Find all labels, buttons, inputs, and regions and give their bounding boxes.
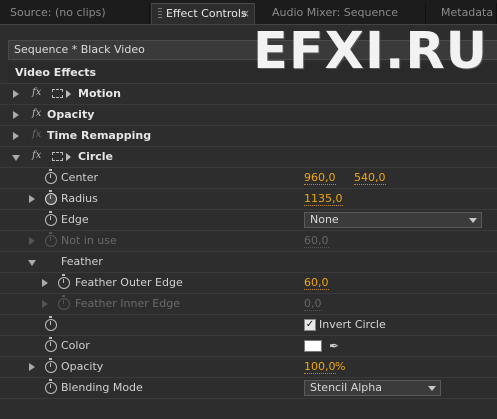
panel-tab-bar: Source: (no clips) Effect Controls × Aud… — [0, 0, 497, 24]
property-row-feather-inner: Feather Inner Edge 0,0 — [0, 293, 497, 314]
drag-grip-icon[interactable] — [158, 7, 162, 18]
property-row-invert: ✓ Invert Circle — [0, 314, 497, 335]
property-label-feather-outer: Feather Outer Edge — [75, 276, 183, 289]
blending-mode-dropdown-value: Stencil Alpha — [310, 381, 382, 394]
transform-box-icon[interactable] — [52, 89, 63, 98]
property-label-center: Center — [61, 171, 99, 184]
property-label-radius: Radius — [61, 192, 98, 205]
property-group-feather[interactable]: Feather — [0, 251, 497, 272]
tab-effect-controls-label: Effect Controls — [166, 7, 247, 20]
collapse-triangle-icon[interactable] — [12, 155, 20, 161]
stopwatch-icon[interactable] — [45, 316, 57, 331]
stopwatch-active-icon[interactable] — [45, 190, 57, 205]
tab-effect-controls[interactable]: Effect Controls × — [151, 3, 255, 24]
feather-inner-value: 0,0 — [304, 297, 322, 311]
opacity-unit: % — [335, 360, 346, 373]
effect-name-time-remapping: Time Remapping — [47, 129, 152, 142]
property-label-edge: Edge — [61, 213, 89, 226]
expand-triangle-icon[interactable] — [13, 132, 19, 140]
stopwatch-icon[interactable] — [45, 337, 57, 352]
opacity-value[interactable]: 100,0 — [304, 360, 336, 374]
fx-toggle-icon[interactable]: fx — [32, 108, 41, 119]
property-label-feather: Feather — [61, 255, 103, 268]
radius-value[interactable]: 1135,0 — [304, 192, 343, 206]
property-label-opacity: Opacity — [61, 360, 104, 373]
effect-row-time-remapping[interactable]: fx Time Remapping — [0, 125, 497, 146]
stopwatch-icon[interactable] — [58, 274, 70, 289]
transform-box-icon[interactable] — [52, 152, 63, 161]
expand-triangle-icon[interactable] — [29, 195, 35, 203]
stopwatch-disabled-icon — [45, 232, 57, 247]
invert-circle-label[interactable]: Invert Circle — [319, 318, 386, 331]
empty-row — [0, 398, 497, 419]
effect-name-motion: Motion — [78, 87, 121, 100]
effect-row-motion[interactable]: fx Motion — [0, 83, 497, 104]
expand-triangle-icon[interactable] — [13, 111, 19, 119]
fx-toggle-icon[interactable]: fx — [32, 87, 41, 98]
property-row-feather-outer: Feather Outer Edge 60,0 — [0, 272, 497, 293]
effect-controls-panel: Sequence * Black Video Video Effects fx … — [0, 24, 497, 419]
property-row-opacity: Opacity 100,0 % — [0, 356, 497, 377]
expand-triangle-disabled-icon — [42, 300, 48, 308]
property-label-color: Color — [61, 339, 90, 352]
property-label-not-in-use: Not in use — [61, 234, 117, 247]
collapse-triangle-icon[interactable] — [28, 260, 36, 266]
feather-outer-value[interactable]: 60,0 — [304, 276, 329, 290]
invert-circle-checkbox[interactable]: ✓ — [304, 319, 316, 331]
tab-source-label: Source: (no clips) — [10, 6, 106, 19]
effect-row-opacity[interactable]: fx Opacity — [0, 104, 497, 125]
sequence-clip-label: Sequence * Black Video — [8, 40, 497, 60]
expand-triangle-icon[interactable] — [42, 279, 48, 287]
effect-name-opacity: Opacity — [47, 108, 95, 121]
tab-audio-mixer[interactable]: Audio Mixer: Sequence — [256, 3, 426, 24]
edge-dropdown[interactable]: None — [304, 212, 482, 228]
close-tab-icon[interactable]: × — [241, 4, 250, 24]
fx-toggle-icon[interactable]: fx — [32, 150, 41, 161]
property-label-feather-inner: Feather Inner Edge — [75, 297, 180, 310]
tab-metadata[interactable]: Metadata — [427, 3, 497, 24]
stopwatch-icon[interactable] — [45, 379, 57, 394]
chevron-down-icon[interactable] — [467, 214, 479, 226]
expand-triangle-icon[interactable] — [13, 90, 19, 98]
edge-dropdown-value: None — [310, 213, 339, 226]
tab-metadata-label: Metadata — [441, 6, 494, 19]
stopwatch-icon[interactable] — [45, 169, 57, 184]
property-row-center: Center 960,0 540,0 — [0, 167, 497, 188]
tab-audio-mixer-label: Audio Mixer: Sequence — [272, 6, 399, 19]
transform-arrow-icon — [66, 90, 71, 98]
effect-row-circle[interactable]: fx Circle — [0, 146, 497, 167]
property-row-radius: Radius 1135,0 — [0, 188, 497, 209]
stopwatch-icon[interactable] — [45, 358, 57, 373]
transform-arrow-icon — [66, 153, 71, 161]
property-label-blending-mode: Blending Mode — [61, 381, 143, 394]
video-effects-header: Video Effects — [8, 63, 497, 83]
fx-disabled-icon: fx — [32, 129, 42, 140]
not-in-use-value: 60,0 — [304, 234, 329, 248]
property-row-color: Color ✒ — [0, 335, 497, 356]
property-row-blending-mode: Blending Mode Stencil Alpha — [0, 377, 497, 398]
stopwatch-disabled-icon — [58, 295, 70, 310]
property-row-not-in-use: Not in use 60,0 — [0, 230, 497, 251]
tab-source[interactable]: Source: (no clips) — [0, 3, 150, 24]
effect-name-circle: Circle — [78, 150, 114, 163]
center-y-value[interactable]: 540,0 — [354, 171, 386, 185]
expand-triangle-icon[interactable] — [29, 363, 35, 371]
blending-mode-dropdown[interactable]: Stencil Alpha — [304, 380, 441, 396]
color-swatch[interactable] — [304, 340, 322, 352]
expand-triangle-disabled-icon — [29, 237, 35, 245]
eyedropper-icon[interactable]: ✒ — [329, 339, 339, 353]
property-row-edge: Edge None — [0, 209, 497, 230]
chevron-down-icon[interactable] — [426, 382, 438, 394]
center-x-value[interactable]: 960,0 — [304, 171, 336, 185]
stopwatch-icon[interactable] — [45, 211, 57, 226]
